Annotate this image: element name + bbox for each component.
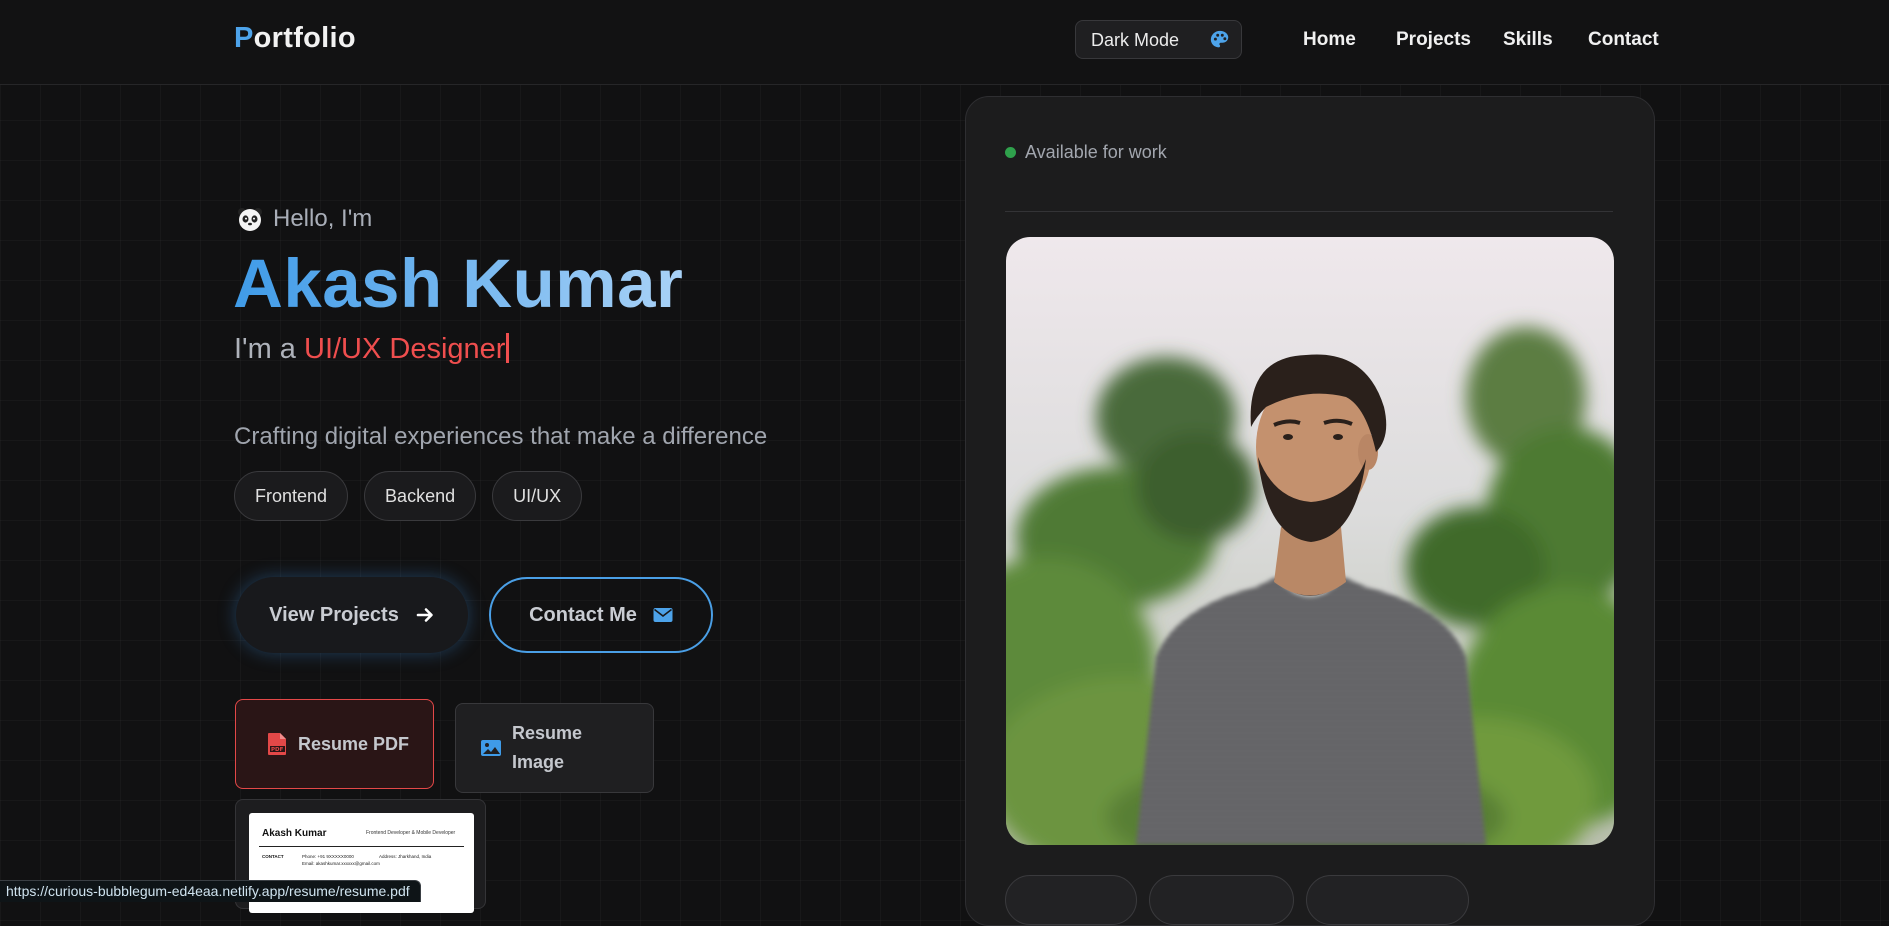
palette-icon [1210, 30, 1229, 48]
role-highlight: UI/UX Designer [304, 333, 506, 365]
resume-preview-contact-label: CONTACT [262, 854, 284, 859]
top-navbar: Portfolio Dark Mode Home Projects Skills… [0, 0, 1889, 85]
theme-toggle-label: Dark Mode [1091, 30, 1180, 50]
social-chips [1005, 875, 1469, 925]
browser-status-url: https://curious-bubblegum-ed4eaa.netlify… [0, 880, 421, 902]
pill-uiux: UI/UX [492, 471, 583, 521]
arrow-right-icon [416, 608, 433, 622]
envelope-icon [653, 608, 673, 622]
resume-preview-name: Akash Kumar [262, 828, 327, 839]
pill-frontend: Frontend [234, 471, 349, 521]
resume-preview-phone: Phone: +91 9XXXXX0000 [302, 854, 354, 859]
panda-icon [238, 208, 262, 231]
view-projects-button[interactable]: View Projects [236, 577, 468, 653]
resume-pdf-label: Resume PDF [298, 733, 410, 754]
availability-status: Available for work [1005, 142, 1167, 163]
logo-text: ortfolio [253, 22, 356, 54]
image-icon [481, 740, 501, 756]
nav-link-contact[interactable]: Contact [1588, 29, 1659, 51]
resume-pdf-button[interactable]: PDF Resume PDF [235, 699, 434, 789]
typing-caret [506, 333, 510, 363]
view-projects-label: View Projects [269, 603, 399, 626]
logo-initial: P [234, 22, 254, 54]
resume-preview-divider [259, 846, 464, 847]
resume-preview-role: Frontend Developer & Mobile Developer [366, 830, 456, 836]
resume-preview-address: Address: Jharkhand, India [379, 854, 432, 859]
theme-toggle-button[interactable]: Dark Mode [1075, 20, 1242, 59]
hero-role: I'm a UI/UX Designer [234, 333, 510, 366]
resume-preview-email: Email: akashkumar.xxxxxx@gmail.com [302, 861, 380, 866]
profile-photo [1006, 237, 1614, 845]
contact-me-button[interactable]: Contact Me [489, 577, 713, 653]
nav-link-projects[interactable]: Projects [1396, 29, 1471, 51]
greeting: Hello, I'm [237, 205, 372, 233]
pill-backend: Backend [364, 471, 477, 521]
svg-text:PDF: PDF [271, 747, 284, 753]
skill-pills: Frontend Backend UI/UX [234, 471, 583, 521]
social-chip-3[interactable] [1306, 875, 1469, 925]
hero-tagline: Crafting digital experiences that make a… [234, 423, 768, 450]
contact-me-label: Contact Me [529, 603, 637, 626]
status-dot [1005, 147, 1016, 158]
pdf-file-icon: PDF [268, 733, 286, 755]
resume-image-button[interactable]: Resume Image [455, 703, 654, 793]
resume-image-label: Resume Image [512, 723, 583, 772]
logo[interactable]: Portfolio [234, 22, 356, 55]
availability-text: Available for work [1025, 142, 1167, 162]
profile-card: Available for work [965, 96, 1655, 926]
nav-link-home[interactable]: Home [1303, 29, 1356, 51]
social-chip-2[interactable] [1149, 875, 1294, 925]
greeting-text: Hello, I'm [273, 205, 373, 232]
hero-name: Akash Kumar [233, 245, 684, 322]
role-prefix: I'm a [234, 333, 304, 365]
social-chip-1[interactable] [1005, 875, 1137, 925]
card-divider [1005, 211, 1613, 212]
nav-link-skills[interactable]: Skills [1503, 29, 1553, 51]
